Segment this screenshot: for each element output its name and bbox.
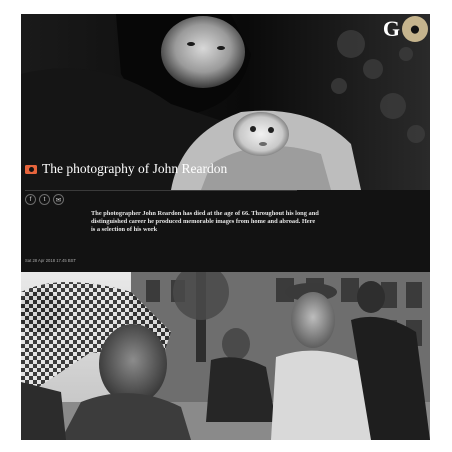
page-title: The photography of John Reardon	[42, 161, 228, 176]
standfirst: The photographer John Reardon has died a…	[91, 210, 319, 234]
gallery-photo-image	[21, 272, 430, 440]
twitter-icon[interactable]: t	[39, 194, 50, 205]
gallery-photo	[21, 272, 430, 440]
title-row: The photography of John Reardon	[25, 161, 227, 177]
facebook-icon[interactable]: f	[25, 194, 36, 205]
guardian-logo-icon[interactable]: ●	[402, 16, 428, 42]
guardian-logo-text[interactable]: G	[383, 18, 400, 40]
article-page: G ● The photography of John Reardon f t …	[21, 14, 430, 440]
camera-icon	[25, 164, 37, 174]
hero-photo: G ● The photography of John Reardon	[21, 14, 430, 190]
email-icon[interactable]: ✉	[53, 194, 64, 205]
dateline: Sat 28 Apr 2018 17.45 BST	[25, 258, 76, 263]
share-buttons: f t ✉	[25, 194, 64, 205]
divider	[25, 190, 297, 191]
